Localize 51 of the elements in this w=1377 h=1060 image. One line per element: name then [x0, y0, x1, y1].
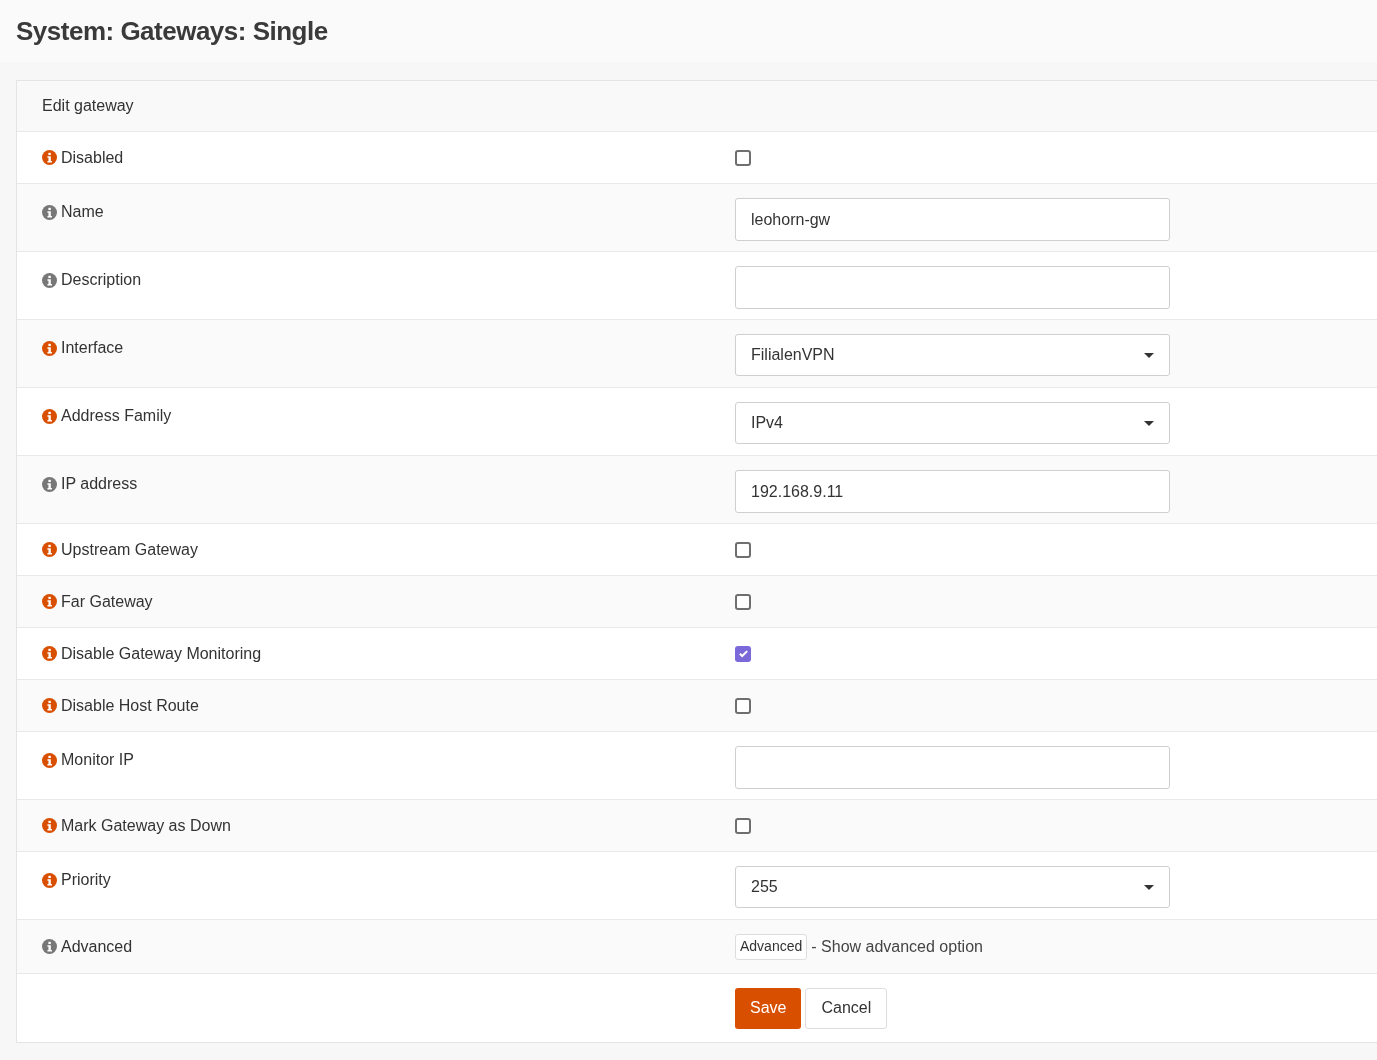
- select-dropdown[interactable]: IPv4: [735, 402, 1170, 444]
- checkbox[interactable]: [735, 645, 751, 662]
- select-dropdown[interactable]: FilialenVPN: [735, 334, 1170, 376]
- page-title: System: Gateways: Single: [16, 14, 328, 48]
- info-icon[interactable]: [42, 646, 57, 661]
- field-label: Advanced: [61, 936, 133, 957]
- field-label: Description: [61, 270, 142, 290]
- caret-icon: [1144, 420, 1154, 426]
- field-label: Disabled: [61, 147, 124, 168]
- caret-icon: [1144, 352, 1154, 358]
- field-label: Monitor IP: [61, 750, 134, 770]
- select-dropdown[interactable]: 255: [735, 866, 1170, 908]
- text-field[interactable]: leohorn-gw: [735, 198, 1170, 241]
- info-icon[interactable]: [42, 476, 57, 492]
- info-icon[interactable]: [42, 408, 57, 424]
- checkbox[interactable]: [735, 541, 751, 558]
- text-field[interactable]: 192.168.9.11: [735, 470, 1170, 513]
- advanced-hint: - Show advanced option: [811, 936, 983, 957]
- info-icon[interactable]: [42, 272, 57, 288]
- advanced-button[interactable]: Advanced: [735, 933, 808, 960]
- info-icon[interactable]: [42, 340, 57, 356]
- field-label: Disable Gateway Monitoring: [61, 643, 262, 664]
- field-label: Far Gateway: [61, 591, 153, 612]
- field-label: Address Family: [61, 406, 172, 426]
- info-icon[interactable]: [42, 542, 57, 557]
- field-label: Disable Host Route: [61, 695, 199, 716]
- info-icon[interactable]: [42, 150, 57, 165]
- checkbox[interactable]: [735, 149, 751, 166]
- checkbox[interactable]: [735, 593, 751, 610]
- text-field[interactable]: [735, 266, 1170, 309]
- info-icon[interactable]: [42, 698, 57, 713]
- checkbox[interactable]: [735, 697, 751, 714]
- field-label: IP address: [61, 474, 138, 494]
- caret-icon: [1144, 884, 1154, 890]
- field-label: Priority: [61, 870, 111, 890]
- cancel-button[interactable]: Cancel: [805, 987, 888, 1029]
- panel-title: Edit gateway: [42, 96, 134, 116]
- save-button[interactable]: Save: [735, 987, 802, 1029]
- info-icon[interactable]: [42, 818, 57, 833]
- field-label: Upstream Gateway: [61, 539, 198, 560]
- text-field[interactable]: [735, 746, 1170, 789]
- field-label: Mark Gateway as Down: [61, 815, 231, 836]
- info-icon[interactable]: [42, 872, 57, 888]
- info-icon[interactable]: [42, 752, 57, 768]
- checkmark-icon: [737, 648, 749, 659]
- info-icon[interactable]: [42, 939, 57, 954]
- field-label: Name: [61, 202, 104, 222]
- info-icon[interactable]: [42, 594, 57, 609]
- info-icon[interactable]: [42, 204, 57, 220]
- checkbox[interactable]: [735, 817, 751, 834]
- field-label: Interface: [61, 338, 124, 358]
